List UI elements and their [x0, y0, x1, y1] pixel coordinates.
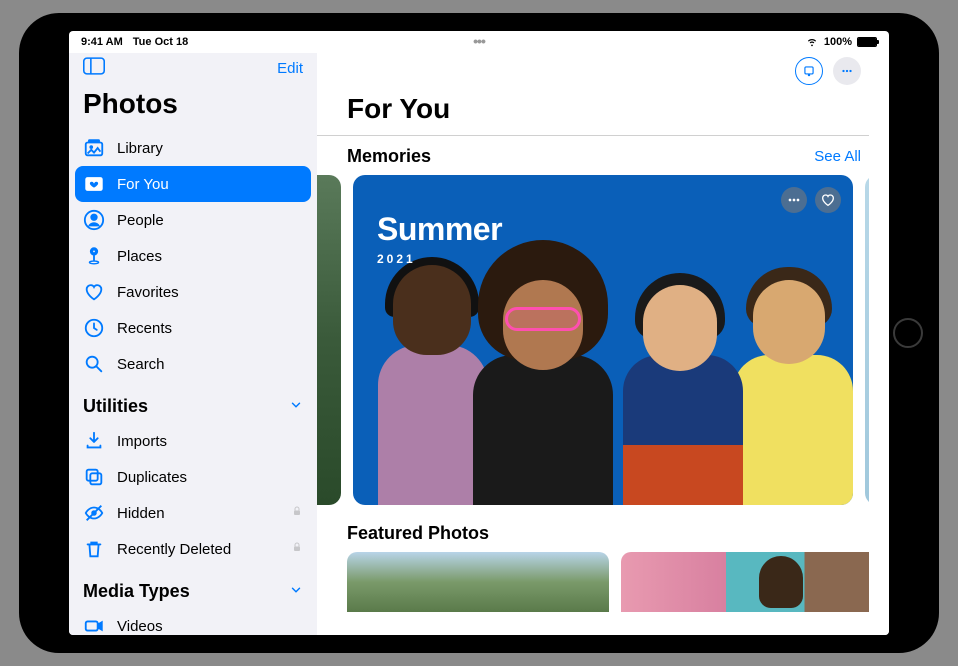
clock-icon — [83, 317, 105, 339]
sidebar-item-hidden[interactable]: Hidden — [69, 495, 317, 531]
people-icon — [83, 209, 105, 231]
more-button[interactable] — [833, 57, 861, 85]
multitasking-handle-icon[interactable]: ••• — [473, 33, 485, 49]
see-all-button[interactable]: See All — [814, 148, 861, 165]
wifi-icon — [805, 34, 819, 51]
status-time: 9:41 AM — [81, 36, 123, 48]
edit-button[interactable]: Edit — [277, 60, 303, 77]
memory-more-button[interactable] — [781, 187, 807, 213]
sidebar-item-videos[interactable]: Videos — [69, 608, 317, 635]
section-header-media-types[interactable]: Media Types — [69, 567, 317, 608]
trash-icon — [83, 538, 105, 560]
sidebar-item-label: Videos — [117, 618, 163, 635]
sidebar-item-recents[interactable]: Recents — [69, 310, 317, 346]
battery-percent: 100% — [824, 36, 852, 48]
memory-card[interactable]: Summer 2021 — [353, 175, 853, 505]
memory-favorite-button[interactable] — [815, 187, 841, 213]
sidebar: Edit Photos Library For You People — [69, 53, 317, 635]
section-header-label: Utilities — [83, 396, 148, 417]
duplicates-icon — [83, 466, 105, 488]
sidebar-item-label: Duplicates — [117, 469, 187, 486]
sidebar-item-people[interactable]: People — [69, 202, 317, 238]
chevron-down-icon — [289, 396, 303, 417]
video-icon — [83, 615, 105, 635]
sidebar-item-label: Search — [117, 356, 165, 373]
memories-carousel[interactable]: Summer 2021 — [317, 175, 869, 505]
sidebar-item-label: Places — [117, 248, 162, 265]
memory-image — [353, 245, 853, 505]
memory-title: Summer — [377, 211, 502, 248]
search-icon — [83, 353, 105, 375]
sidebar-item-label: Recents — [117, 320, 172, 337]
status-bar: 9:41 AM Tue Oct 18 ••• 100% — [69, 31, 889, 53]
sidebar-item-label: For You — [117, 176, 169, 193]
lock-icon — [291, 540, 303, 558]
sidebar-item-imports[interactable]: Imports — [69, 423, 317, 459]
chevron-down-icon — [289, 581, 303, 602]
memory-card-next[interactable] — [865, 175, 869, 505]
sidebar-item-for-you[interactable]: For You — [75, 166, 311, 202]
ipad-frame: 9:41 AM Tue Oct 18 ••• 100% — [19, 13, 939, 653]
heart-icon — [83, 281, 105, 303]
sidebar-item-recently-deleted[interactable]: Recently Deleted — [69, 531, 317, 567]
battery-icon — [857, 37, 877, 47]
sidebar-item-label: People — [117, 212, 164, 229]
featured-carousel[interactable] — [317, 552, 869, 612]
home-button[interactable] — [893, 318, 923, 348]
app-title: Photos — [69, 80, 317, 130]
cast-button[interactable] — [795, 57, 823, 85]
memory-card-prev[interactable] — [317, 175, 341, 505]
section-header-utilities[interactable]: Utilities — [69, 382, 317, 423]
library-icon — [83, 137, 105, 159]
places-icon — [83, 245, 105, 267]
sidebar-item-label: Hidden — [117, 505, 165, 522]
sidebar-item-label: Imports — [117, 433, 167, 450]
lock-icon — [291, 504, 303, 522]
featured-photo[interactable] — [621, 552, 869, 612]
main-content: For You Memories See All — [317, 53, 889, 635]
hidden-icon — [83, 502, 105, 524]
featured-title: Featured Photos — [317, 505, 869, 552]
sidebar-item-places[interactable]: Places — [69, 238, 317, 274]
for-you-icon — [83, 173, 105, 195]
page-title: For You — [317, 85, 869, 135]
sidebar-item-label: Favorites — [117, 284, 179, 301]
sidebar-item-favorites[interactable]: Favorites — [69, 274, 317, 310]
sidebar-item-label: Library — [117, 140, 163, 157]
status-date: Tue Oct 18 — [133, 36, 188, 48]
sidebar-item-label: Recently Deleted — [117, 541, 231, 558]
screen: 9:41 AM Tue Oct 18 ••• 100% — [69, 31, 889, 635]
sidebar-item-library[interactable]: Library — [69, 130, 317, 166]
sidebar-item-duplicates[interactable]: Duplicates — [69, 459, 317, 495]
memories-title: Memories — [347, 146, 431, 167]
import-icon — [83, 430, 105, 452]
memory-year: 2021 — [377, 252, 502, 266]
sidebar-item-search[interactable]: Search — [69, 346, 317, 382]
sidebar-toggle-icon[interactable] — [83, 57, 105, 80]
section-header-label: Media Types — [83, 581, 190, 602]
featured-photo[interactable] — [347, 552, 609, 612]
